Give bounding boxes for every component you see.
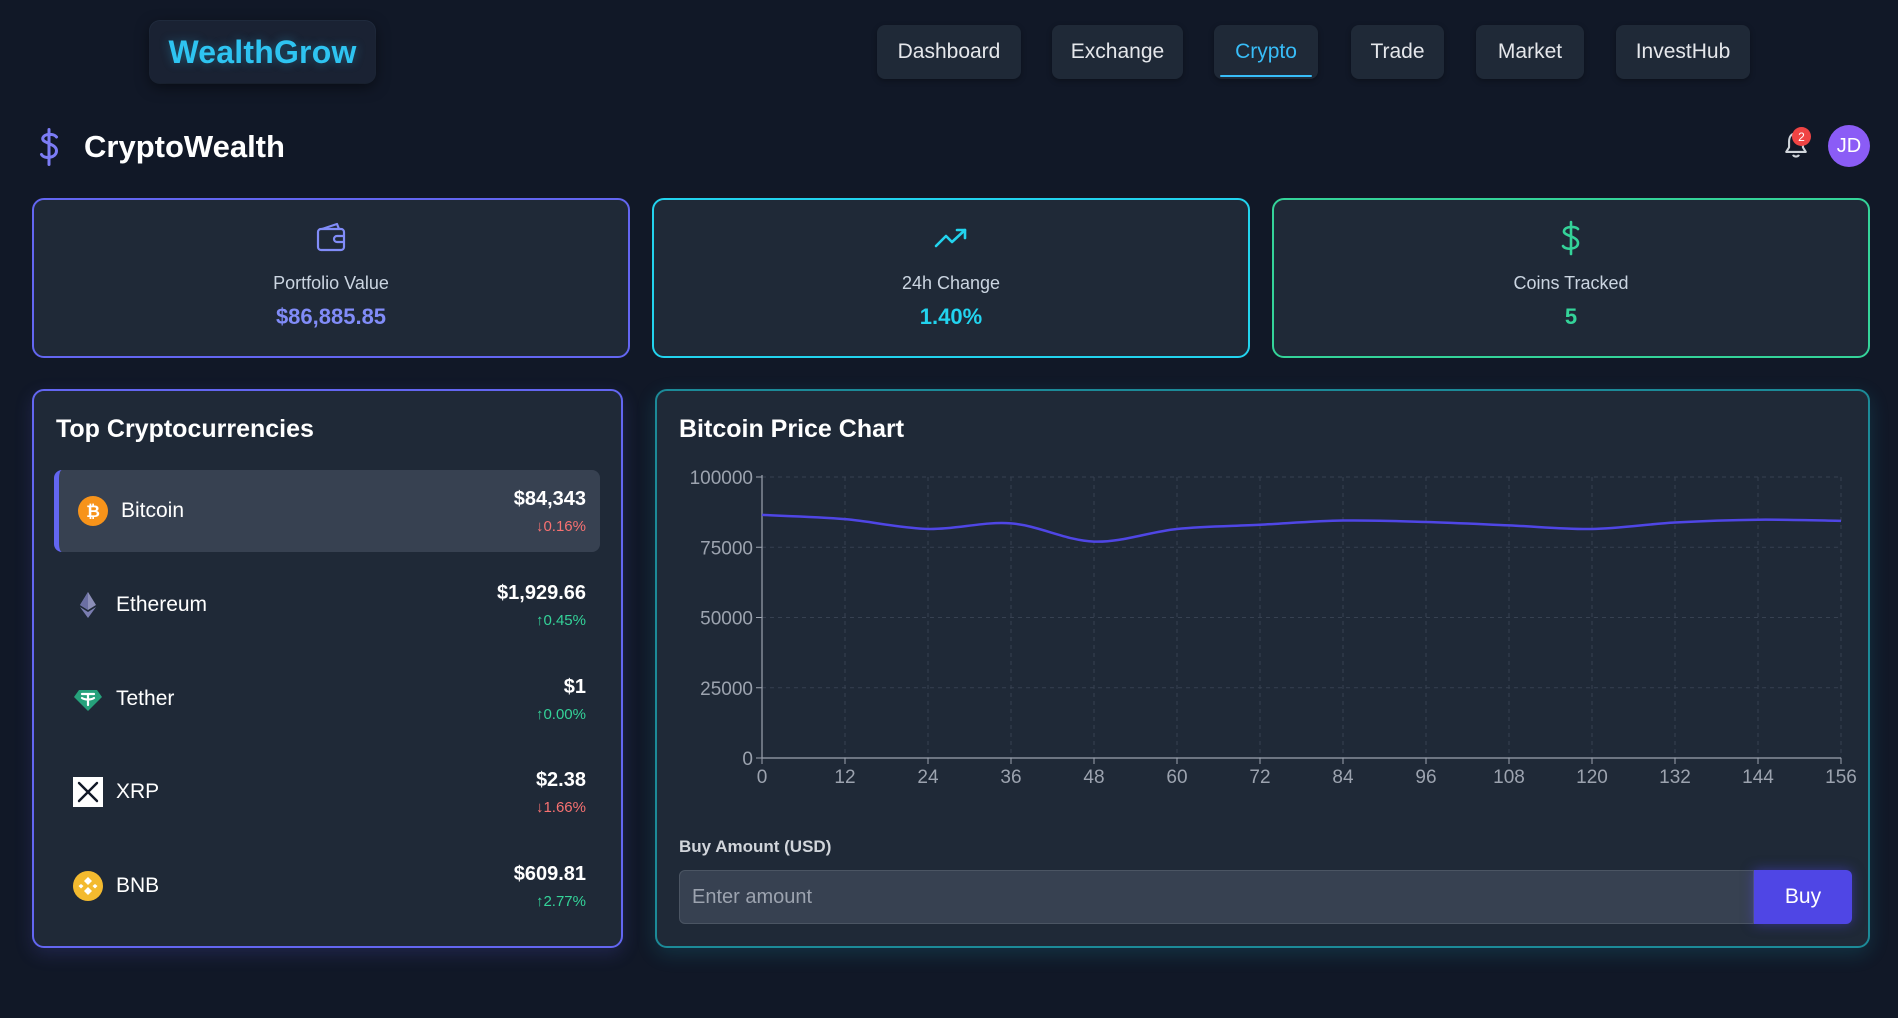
stat-card-portfolio: Portfolio Value $86,885.85: [32, 198, 630, 358]
price-chart: 0 12 24 36 48 60 72 84 96 108 120 132 144 156 0 25000 50…: [690, 468, 1857, 788]
coin-price: $2.38: [535, 769, 586, 791]
app-logo[interactable]: WealthGrow: [150, 21, 375, 83]
coin-change-value: 1.66%: [543, 799, 586, 816]
coin-row-ethereum[interactable]: Ethereum $1,929.66 ↑0.45%: [54, 564, 600, 646]
x-tick-label: 96: [1415, 767, 1436, 788]
coin-row-tether[interactable]: Tether $1 ↑0.00%: [54, 658, 600, 740]
ethereum-icon: [80, 592, 96, 618]
avatar[interactable]: JD: [1828, 125, 1870, 167]
stat-value: $86,885.85: [275, 304, 387, 329]
coin-name: Ethereum: [116, 593, 208, 616]
coin-name: BNB: [116, 874, 160, 897]
x-tick-label: 84: [1332, 767, 1354, 788]
bitcoin-icon: ₿: [78, 496, 108, 526]
y-tick-label: 0: [742, 749, 753, 770]
coin-row-bnb[interactable]: BNB $609.81 ↑2.77%: [54, 845, 600, 927]
x-tick-label: 120: [1576, 767, 1608, 788]
x-tick-label: 12: [834, 767, 855, 788]
top-crypto-panel: Top Cryptocurrencies ₿ Bitcoin $84,343 ↓…: [32, 389, 623, 948]
tether-icon: [74, 690, 102, 711]
stat-label: 24h Change: [901, 273, 1001, 293]
buy-amount-label: Buy Amount (USD): [679, 837, 832, 856]
stat-value: 5: [1564, 304, 1578, 329]
stat-value: 1.40%: [919, 304, 983, 329]
x-tick-label: 48: [1083, 767, 1104, 788]
buy-amount-input[interactable]: [679, 870, 1754, 924]
coin-change: ↓0.16%: [536, 518, 586, 535]
coin-change-value: 2.77%: [543, 893, 586, 910]
dollar-icon: [1561, 220, 1580, 256]
x-tick-label: 132: [1659, 767, 1691, 788]
coin-name: Tether: [116, 687, 175, 710]
y-tick-label: 50000: [700, 609, 753, 630]
x-tick-label: 108: [1493, 767, 1525, 788]
coin-change: ↑0.00%: [536, 706, 586, 723]
x-tick-label: 0: [757, 767, 768, 788]
stat-card-coins-tracked: Coins Tracked 5: [1272, 198, 1870, 358]
x-tick-label: 72: [1249, 767, 1270, 788]
dollar-icon: [40, 128, 59, 166]
nav-exchange[interactable]: Exchange: [1052, 25, 1183, 79]
x-tick-label: 36: [1000, 767, 1021, 788]
coin-change: ↑2.77%: [536, 893, 586, 910]
notification-badge: 2: [1792, 127, 1811, 146]
y-tick-label: 100000: [690, 468, 753, 489]
buy-button[interactable]: Buy: [1754, 870, 1852, 924]
coin-name: Bitcoin: [121, 499, 185, 522]
coin-row-xrp[interactable]: XRP $2.38 ↓1.66%: [54, 751, 600, 833]
x-tick-label: 156: [1825, 767, 1857, 788]
nav-dashboard[interactable]: Dashboard: [877, 25, 1021, 79]
xrp-icon: [73, 777, 103, 807]
y-tick-label: 25000: [700, 679, 753, 700]
wallet-icon: [316, 222, 346, 252]
y-tick-label: 75000: [700, 538, 753, 559]
coin-change-value: 0.16%: [543, 518, 586, 535]
coin-price: $1: [563, 676, 586, 698]
coin-row-bitcoin[interactable]: ₿ Bitcoin $84,343 ↓0.16%: [54, 470, 600, 552]
coin-price: $84,343: [513, 488, 586, 510]
coin-change: ↑0.45%: [536, 612, 586, 629]
x-tick-label: 144: [1742, 767, 1774, 788]
coin-name: XRP: [116, 780, 160, 803]
x-tick-label: 60: [1166, 767, 1187, 788]
nav-crypto[interactable]: Crypto: [1214, 25, 1318, 79]
svg-text:₿: ₿: [86, 502, 100, 522]
page-header: CryptoWealth: [34, 124, 285, 170]
coin-change: ↓1.66%: [536, 799, 586, 816]
nav-market[interactable]: Market: [1476, 25, 1584, 79]
panel-title: Top Cryptocurrencies: [56, 415, 314, 443]
stat-card-24h-change: 24h Change 1.40%: [652, 198, 1250, 358]
nav-investhub[interactable]: InvestHub: [1616, 25, 1750, 79]
coin-change-value: 0.00%: [543, 706, 586, 723]
stat-label: Coins Tracked: [1513, 273, 1629, 293]
price-line: [761, 513, 1842, 543]
price-chart-panel: Bitcoin Price Chart 0 12 24 36 48 60 72 84 96 108…: [655, 389, 1870, 948]
top-bar: WealthGrow Dashboard Exchange Crypto Tra…: [0, 0, 1898, 110]
x-tick-label: 24: [917, 767, 939, 788]
coin-price: $609.81: [513, 863, 586, 885]
coin-price: $1,929.66: [497, 582, 586, 604]
nav-trade[interactable]: Trade: [1351, 25, 1444, 79]
coin-change-value: 0.45%: [543, 612, 586, 629]
bnb-icon: [73, 871, 103, 901]
trending-up-icon: [934, 228, 967, 248]
page-title: CryptoWealth: [84, 129, 285, 164]
stat-label: Portfolio Value: [273, 273, 389, 293]
